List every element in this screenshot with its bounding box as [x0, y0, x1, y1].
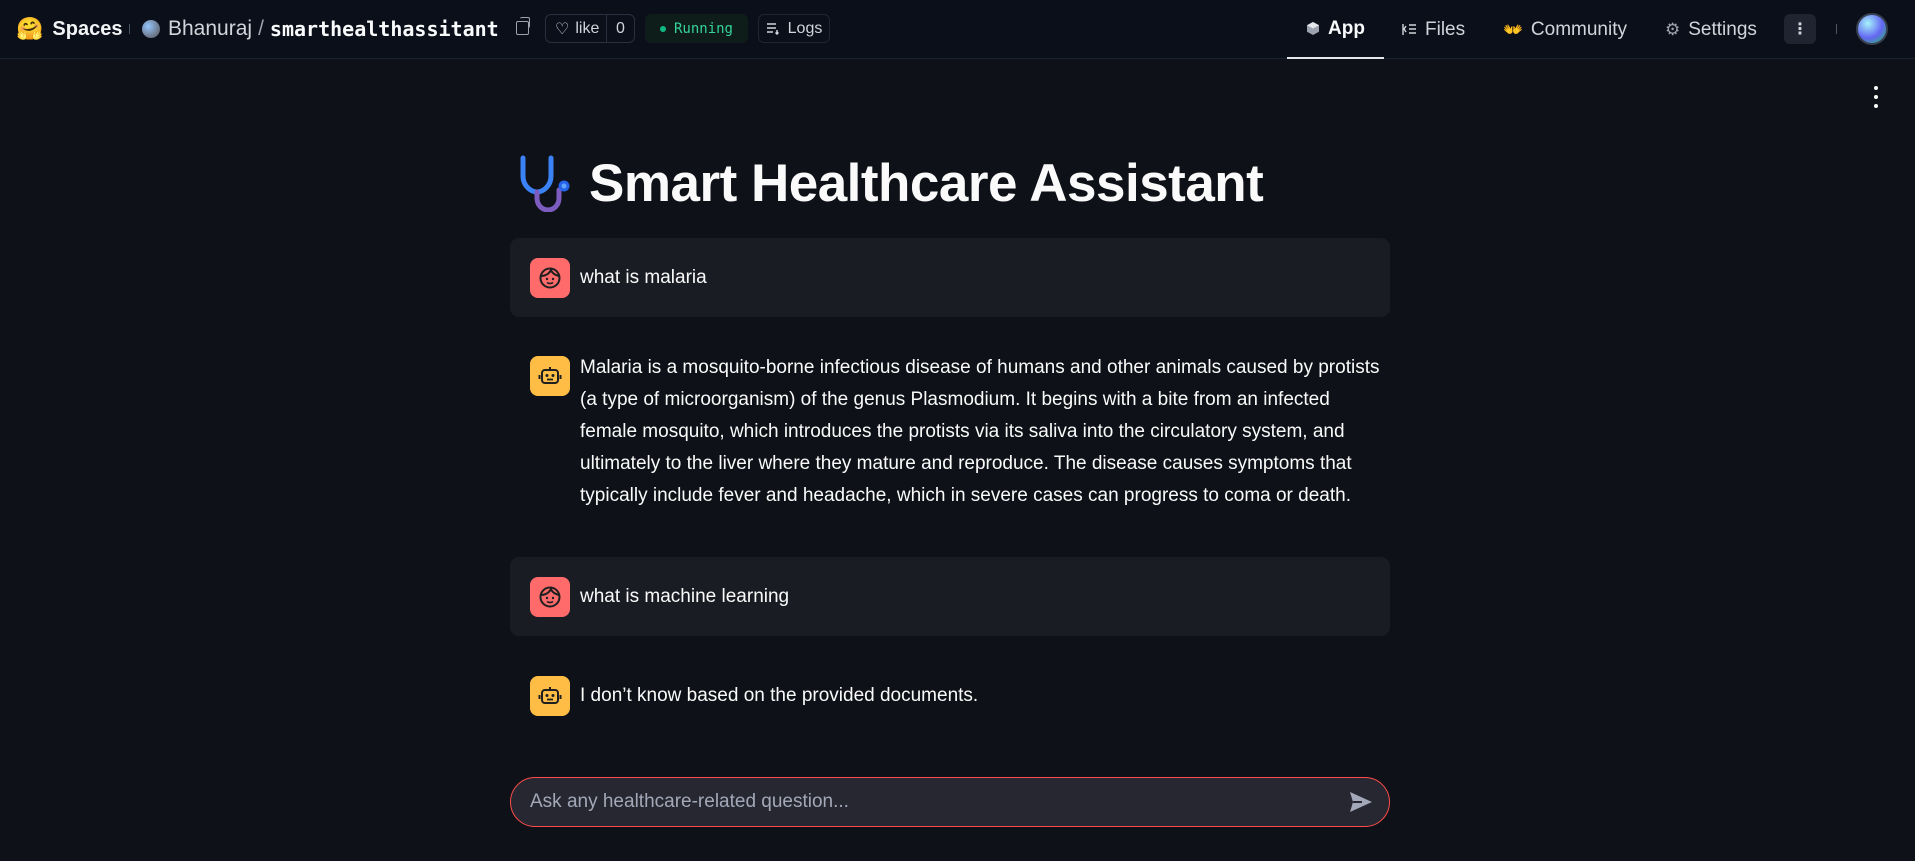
brand-label: Spaces [52, 17, 123, 40]
stethoscope-icon [520, 155, 570, 212]
like-label: like [575, 19, 600, 37]
chat-message-user: what is malaria [510, 238, 1390, 317]
tab-community-label: Community [1530, 18, 1627, 40]
spaces-link[interactable]: 🤗 Spaces [16, 15, 122, 43]
tab-app[interactable]: App [1287, 0, 1384, 59]
page-header: Smart Healthcare Assistant [515, 150, 1264, 216]
tab-settings-label: Settings [1688, 18, 1757, 40]
breadcrumb-separator: / [258, 17, 264, 40]
page-title: Smart Healthcare Assistant [589, 153, 1264, 213]
send-icon [1350, 792, 1372, 812]
app-menu-button[interactable] [1868, 86, 1884, 108]
chat-input[interactable] [530, 791, 1339, 813]
repo-breadcrumb: Bhanuraj / smarthealthassitant [142, 15, 499, 43]
chat-message-user: what is machine learning [510, 557, 1390, 636]
kebab-dot [1874, 95, 1878, 99]
divider [129, 24, 130, 34]
chat-message-assistant: Malaria is a mosquito-borne infectious d… [510, 356, 1390, 516]
cube-icon [1307, 22, 1320, 35]
kebab-dot [1874, 104, 1878, 108]
kebab-dot [1874, 86, 1878, 90]
user-avatar-icon [530, 576, 570, 617]
tab-community[interactable]: 👐 Community [1503, 0, 1627, 59]
tab-settings[interactable]: ⚙ Settings [1665, 0, 1757, 59]
tab-app-label: App [1328, 17, 1365, 39]
like-button[interactable]: ♡ like 0 [545, 14, 635, 43]
status-label: Running [673, 20, 733, 37]
divider [1836, 24, 1837, 34]
user-avatar[interactable] [1856, 13, 1888, 45]
status-badge[interactable]: Running [645, 14, 748, 43]
more-options-button[interactable]: ⋮ [1784, 14, 1816, 44]
like-count: 0 [606, 15, 634, 42]
message-text: what is machine learning [580, 585, 790, 607]
message-text: what is malaria [580, 266, 707, 288]
send-button[interactable] [1339, 780, 1383, 824]
owner-link[interactable]: Bhanuraj [168, 17, 252, 41]
logs-icon [766, 23, 779, 35]
heart-icon: ♡ [555, 20, 570, 38]
chat-input-container [510, 777, 1390, 827]
bot-avatar-icon [530, 356, 570, 396]
user-avatar-icon [530, 257, 570, 298]
repo-name-link[interactable]: smarthealthassitant [270, 17, 499, 41]
status-dot-icon [659, 25, 666, 32]
more-vertical-icon: ⋮ [1792, 21, 1808, 38]
gear-icon: ⚙ [1665, 19, 1681, 39]
tab-files-label: Files [1425, 18, 1466, 40]
chat-message-assistant: I don’t know based on the provided docum… [510, 676, 1390, 716]
bot-avatar-icon [530, 676, 570, 716]
logs-button[interactable]: Logs [758, 14, 830, 43]
copy-icon[interactable] [516, 17, 530, 35]
message-text: Malaria is a mosquito-borne infectious d… [580, 357, 1380, 506]
files-icon [1402, 24, 1416, 35]
hugging-face-logo-icon: 🤗 [16, 16, 44, 41]
community-icon: 👐 [1503, 21, 1523, 39]
tab-files[interactable]: Files [1402, 0, 1465, 59]
owner-avatar-icon [142, 20, 160, 38]
message-text: I don’t know based on the provided docum… [580, 685, 979, 706]
top-navbar: 🤗 Spaces Bhanuraj / smarthealthassitant … [0, 0, 1915, 59]
logs-label: Logs [787, 19, 823, 37]
